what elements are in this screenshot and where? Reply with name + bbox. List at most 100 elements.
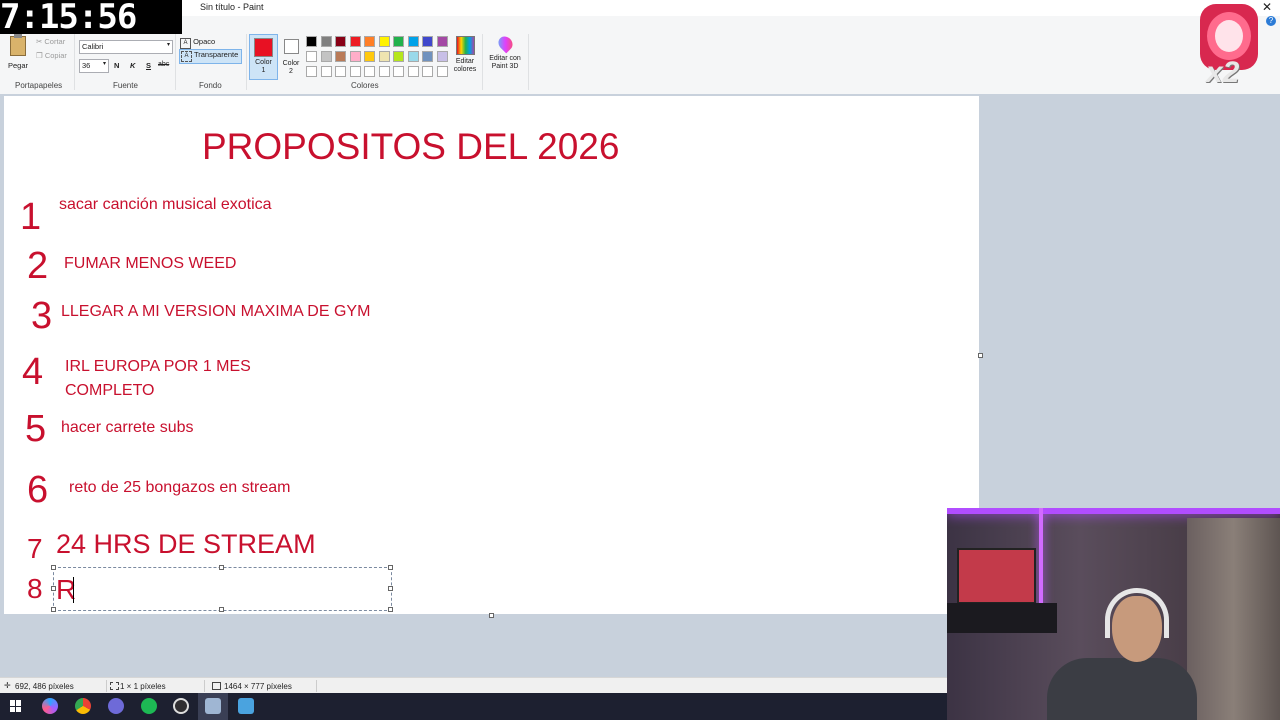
textbox-handle[interactable] bbox=[51, 607, 56, 612]
item-text: reto de 25 bongazos en stream bbox=[69, 479, 291, 496]
palette-swatch[interactable] bbox=[320, 36, 332, 47]
paint-icon[interactable] bbox=[205, 698, 221, 714]
palette-swatch[interactable] bbox=[393, 51, 404, 62]
paste-label: Pegar bbox=[7, 61, 28, 70]
palette-swatch[interactable] bbox=[436, 66, 448, 77]
separator bbox=[106, 680, 107, 692]
palette-swatch[interactable] bbox=[407, 51, 419, 62]
palette-swatch[interactable] bbox=[306, 51, 317, 62]
textbox-handle[interactable] bbox=[388, 565, 393, 570]
palette-swatch[interactable] bbox=[378, 36, 390, 47]
color2-label: Color 2 bbox=[282, 60, 300, 75]
led-strip-vertical bbox=[1039, 508, 1043, 618]
palette-swatch[interactable] bbox=[436, 51, 448, 62]
separator bbox=[482, 34, 483, 90]
palette-swatch[interactable] bbox=[393, 66, 404, 77]
font-size-value: 36 bbox=[82, 61, 91, 70]
chevron-down-icon: ▾ bbox=[166, 42, 170, 48]
palette-swatch[interactable] bbox=[320, 51, 332, 62]
opaque-label: Opaco bbox=[193, 37, 216, 46]
app-icon[interactable] bbox=[108, 698, 124, 714]
palette-swatch[interactable] bbox=[364, 66, 375, 77]
transparent-icon: A bbox=[181, 51, 192, 62]
italic-button[interactable]: K bbox=[130, 61, 135, 70]
textbox-handle[interactable] bbox=[51, 586, 56, 591]
windows-start-icon[interactable] bbox=[10, 700, 22, 712]
strikethrough-button[interactable]: abc bbox=[158, 61, 169, 68]
help-icon[interactable]: ? bbox=[1266, 16, 1276, 26]
palette-swatch[interactable] bbox=[393, 36, 404, 47]
cut-label: Cortar bbox=[44, 37, 66, 46]
color2-button[interactable]: Color 2 bbox=[278, 34, 304, 78]
notepad-icon[interactable] bbox=[238, 698, 254, 714]
chevron-down-icon: ▾ bbox=[102, 61, 106, 67]
palette-swatch[interactable] bbox=[335, 36, 346, 47]
palette-swatch[interactable] bbox=[422, 36, 433, 47]
led-strip bbox=[947, 508, 1280, 514]
color1-button[interactable]: Color 1 bbox=[249, 34, 278, 80]
textbox-handle[interactable] bbox=[219, 607, 224, 612]
bold-button[interactable]: N bbox=[114, 61, 119, 70]
colors-group-label: Colores bbox=[351, 81, 379, 90]
canvas-resize-handle[interactable] bbox=[978, 353, 983, 358]
paint3d-icon bbox=[495, 33, 515, 54]
window-title: Sin título - Paint bbox=[200, 2, 264, 12]
palette-swatch[interactable] bbox=[335, 66, 346, 77]
palette-swatch[interactable] bbox=[349, 66, 361, 77]
spotify-icon[interactable] bbox=[141, 698, 157, 714]
edit-colors-button[interactable]: Editar colores bbox=[451, 36, 479, 78]
title-bar bbox=[0, 0, 1280, 16]
copilot-icon[interactable] bbox=[42, 698, 58, 714]
palette-swatch[interactable] bbox=[422, 51, 433, 62]
textbox-handle[interactable] bbox=[388, 586, 393, 591]
palette-swatch[interactable] bbox=[378, 51, 390, 62]
palette-swatch[interactable] bbox=[306, 66, 317, 77]
desk bbox=[947, 603, 1057, 633]
curtain bbox=[1187, 518, 1280, 720]
palette-swatch[interactable] bbox=[335, 51, 346, 62]
copy-label: Copiar bbox=[44, 51, 67, 60]
palette-swatch[interactable] bbox=[364, 51, 375, 62]
palette-swatch[interactable] bbox=[349, 36, 361, 47]
color1-swatch bbox=[254, 38, 273, 57]
copy-button[interactable]: ❐ Copiar bbox=[36, 51, 67, 60]
font-family-select[interactable]: Calibri ▾ bbox=[79, 40, 173, 54]
monitor bbox=[957, 548, 1036, 604]
cursor-position: 692, 486 píxeles bbox=[15, 682, 74, 691]
cut-button[interactable]: ✂ Cortar bbox=[36, 37, 65, 46]
obs-icon[interactable] bbox=[173, 698, 189, 714]
image-size-icon bbox=[212, 682, 221, 690]
edit-colors-label: Editar colores bbox=[453, 58, 477, 73]
font-size-select[interactable]: 36 ▾ bbox=[79, 59, 109, 73]
canvas-heading: PROPOSITOS DEL 2026 bbox=[202, 126, 620, 167]
color1-label: Color 1 bbox=[255, 59, 272, 74]
stream-clock: 7:15:56 bbox=[0, 0, 182, 34]
palette-swatch[interactable] bbox=[407, 66, 419, 77]
chrome-icon[interactable] bbox=[75, 698, 91, 714]
textbox-handle[interactable] bbox=[219, 565, 224, 570]
opaque-button[interactable]: A Opaco bbox=[180, 37, 215, 49]
item-number: 5 bbox=[25, 408, 47, 450]
paste-button[interactable]: Pegar bbox=[6, 34, 30, 70]
palette-swatch[interactable] bbox=[349, 51, 361, 62]
palette-swatch[interactable] bbox=[422, 66, 433, 77]
transparent-button[interactable]: A Transparente bbox=[179, 49, 242, 64]
palette-swatch[interactable] bbox=[407, 36, 419, 47]
text-input-box[interactable]: R bbox=[53, 567, 392, 611]
separator bbox=[204, 680, 205, 692]
item-number: 4 bbox=[22, 351, 44, 393]
palette-swatch[interactable] bbox=[364, 36, 375, 47]
background-group-label: Fondo bbox=[199, 81, 222, 90]
textbox-handle[interactable] bbox=[51, 565, 56, 570]
palette-swatch[interactable] bbox=[320, 66, 332, 77]
canvas-resize-handle[interactable] bbox=[489, 613, 494, 618]
palette-swatch[interactable] bbox=[306, 36, 317, 47]
palette-swatch[interactable] bbox=[436, 36, 448, 47]
separator bbox=[528, 34, 529, 90]
textbox-handle[interactable] bbox=[388, 607, 393, 612]
palette-swatch[interactable] bbox=[378, 66, 390, 77]
underline-button[interactable]: S bbox=[146, 61, 151, 70]
selection-icon bbox=[110, 682, 119, 690]
item-text: FUMAR MENOS WEED bbox=[64, 255, 237, 272]
edit-paint3d-button[interactable]: Editar con Paint 3D bbox=[486, 33, 524, 78]
